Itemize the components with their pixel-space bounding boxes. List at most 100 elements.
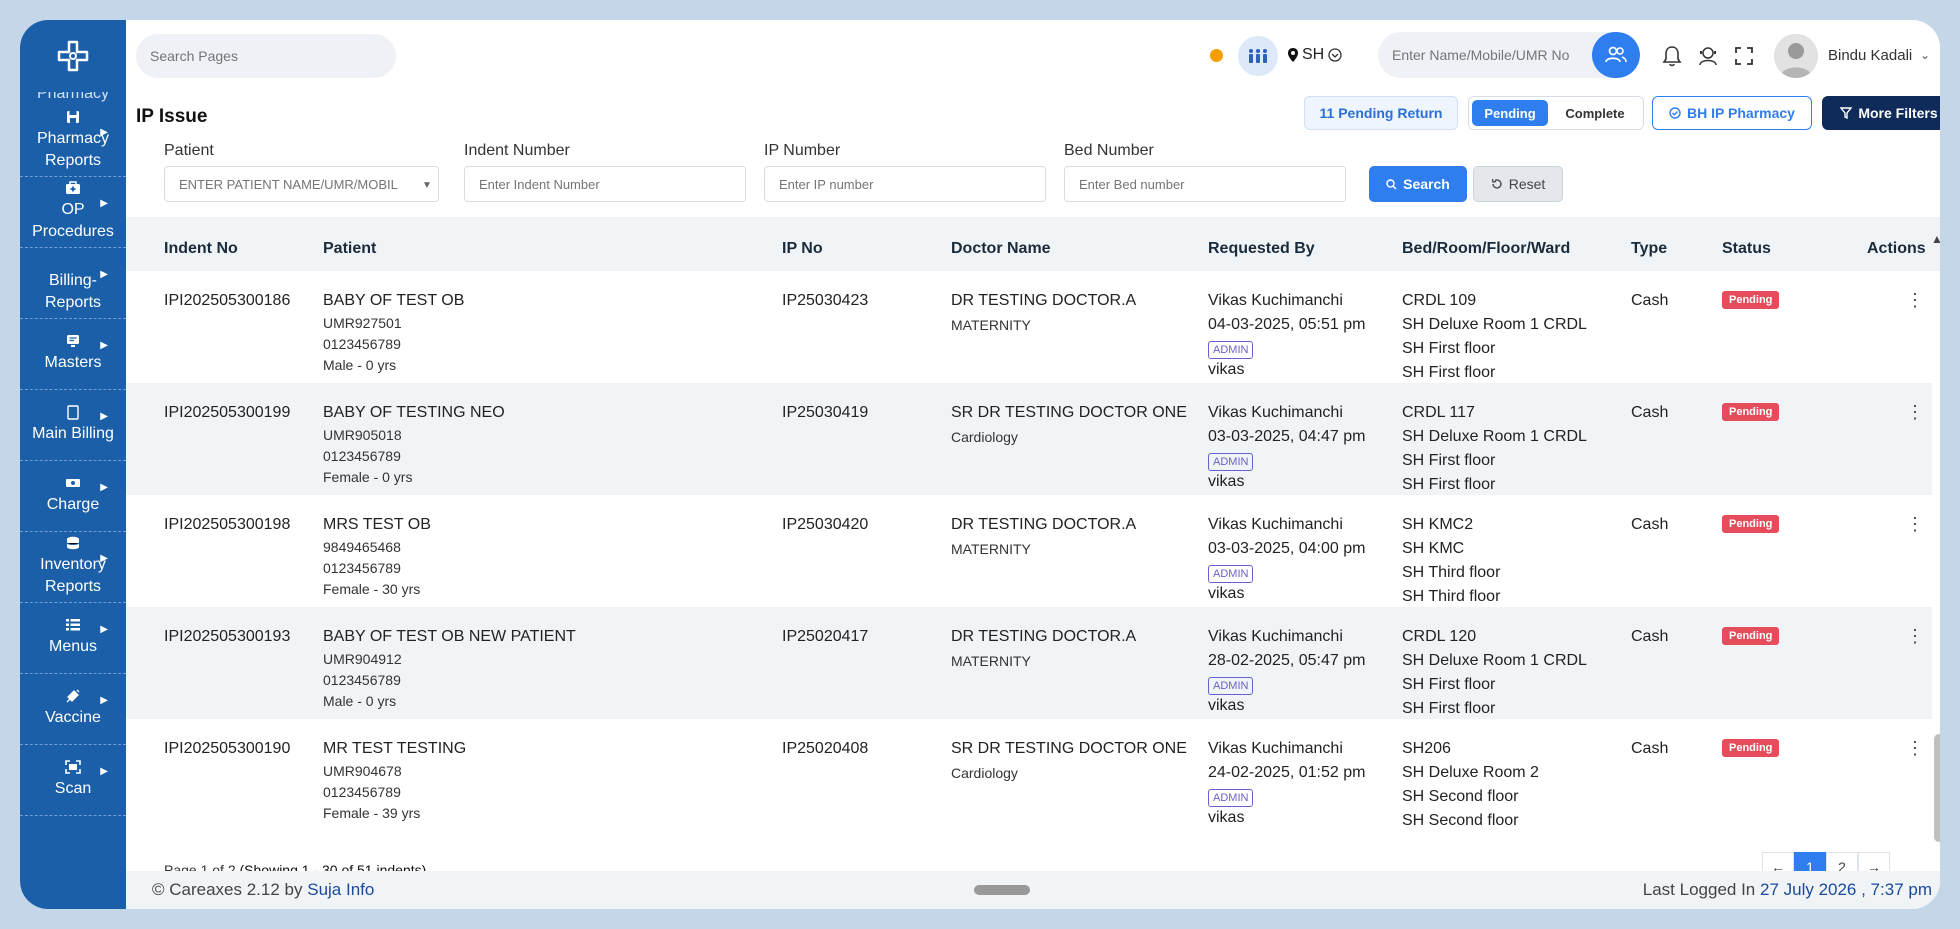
more-filters-label: More Filters [1858, 105, 1938, 121]
room: SH Deluxe Room 2 [1402, 764, 1539, 781]
pending-tab[interactable]: Pending [1472, 100, 1548, 126]
type: Cash [1631, 404, 1669, 421]
doctor-dept: Cardiology [951, 429, 1018, 445]
requester-user: vikas [1208, 697, 1245, 714]
ward: SH First floor [1402, 476, 1496, 493]
sidebar-item-billing-reports[interactable]: ▶ Billing-Reports [20, 248, 126, 319]
patient-phone: 0123456789 [323, 336, 401, 352]
sidebar-item-pharmacy-reports[interactable]: ▶ Pharmacy Reports [20, 106, 126, 177]
table-row[interactable]: IPI202505300190 MR TEST TESTING UMR904678 0… [126, 719, 1932, 831]
patient-gender-age: Female - 39 yrs [323, 805, 421, 821]
role-badge: ADMIN [1208, 453, 1254, 471]
doctor-cell: DR TESTING DOCTOR.A MATERNITY [951, 289, 1136, 337]
indent-no[interactable]: IPI202505300190 [164, 737, 290, 761]
role-badge: ADMIN [1208, 677, 1254, 695]
location-selector[interactable]: SH [1288, 46, 1342, 64]
table-row[interactable]: IPI202505300186 BABY OF TEST OB UMR927501 0… [126, 271, 1932, 383]
sidebar-item-masters[interactable]: ▶ Masters [20, 319, 126, 390]
col-requested-by[interactable]: Requested By [1208, 240, 1315, 258]
chevron-down-icon[interactable]: ⌄ [1920, 48, 1930, 62]
row-actions-icon[interactable]: ⋮ [1906, 291, 1924, 309]
sidebar-item-label: Scan [54, 780, 92, 797]
doctor-dept: MATERNITY [951, 317, 1031, 333]
bed-cell: SH KMC2 SH KMC SH Third floor SH Third floo… [1402, 513, 1500, 609]
drag-handle[interactable] [974, 885, 1030, 895]
patient-name: BABY OF TESTING NEO [323, 404, 505, 421]
chevron-right-icon: ▶ [100, 269, 108, 280]
patient-phone: 0123456789 [323, 560, 401, 576]
requested-by-cell: Vikas Kuchimanchi 04-03-2025, 05:51 pm ADM… [1208, 289, 1365, 379]
patient-gender-age: Female - 30 yrs [323, 581, 421, 597]
search-pages-input[interactable] [136, 34, 396, 78]
row-actions-icon[interactable]: ⋮ [1906, 515, 1924, 533]
col-actions: Actions [1867, 240, 1926, 257]
patient-umr: UMR905018 [323, 427, 402, 443]
sidebar-item-inventory-reports[interactable]: ▶ Inventory Reports [20, 532, 126, 603]
fullscreen-icon[interactable] [1732, 44, 1756, 68]
col-indent-no[interactable]: Indent No [164, 240, 238, 258]
sidebar-item-charge[interactable]: ▶ Charge [20, 461, 126, 532]
user-avatar[interactable] [1774, 34, 1818, 78]
pending-return-button[interactable]: 11 Pending Return [1304, 96, 1458, 130]
app-logo[interactable] [20, 20, 126, 92]
pharmacy-select-button[interactable]: BH IP Pharmacy [1652, 96, 1812, 130]
requested-by-cell: Vikas Kuchimanchi 28-02-2025, 05:47 pm ADM… [1208, 625, 1365, 715]
chevron-right-icon: ▶ [100, 695, 108, 706]
patient-gender-age: Female - 0 yrs [323, 469, 413, 485]
chevron-right-icon: ▶ [100, 482, 108, 493]
col-status[interactable]: Status [1722, 240, 1771, 258]
complete-tab[interactable]: Complete [1552, 100, 1638, 126]
indent-no[interactable]: IPI202505300193 [164, 625, 290, 649]
role-badge: ADMIN [1208, 565, 1254, 583]
col-ip-no[interactable]: IP No [782, 240, 823, 258]
indent-no[interactable]: IPI202505300186 [164, 289, 290, 313]
sidebar-item-scan[interactable]: ▶ Scan [20, 745, 126, 816]
people-button[interactable] [1238, 36, 1278, 76]
patient-search-input[interactable] [1378, 32, 1588, 78]
search-button[interactable]: Search [1369, 166, 1467, 202]
ip-number-input[interactable] [764, 166, 1046, 202]
row-actions-icon[interactable]: ⋮ [1906, 627, 1924, 645]
support-agent-icon[interactable] [1696, 44, 1720, 68]
col-patient[interactable]: Patient [323, 240, 376, 258]
doctor-cell: DR TESTING DOCTOR.A MATERNITY [951, 513, 1136, 561]
indent-number-input[interactable] [464, 166, 746, 202]
floor: SH First floor [1402, 340, 1496, 357]
username-label[interactable]: Bindu Kadali [1828, 47, 1912, 64]
chevron-right-icon: ▶ [100, 553, 108, 564]
ip-no: IP25030423 [782, 292, 869, 309]
sidebar-item-label: Vaccine [45, 709, 101, 726]
row-actions-icon[interactable]: ⋮ [1906, 403, 1924, 421]
search-button-label: Search [1403, 176, 1450, 192]
col-bed-room[interactable]: Bed/Room/Floor/Ward [1402, 240, 1570, 258]
row-actions-icon[interactable]: ⋮ [1906, 739, 1924, 757]
col-type[interactable]: Type [1631, 240, 1667, 258]
patient-gender-age: Male - 0 yrs [323, 693, 397, 709]
patient-select[interactable] [164, 166, 439, 202]
col-doctor-name[interactable]: Doctor Name [951, 240, 1051, 258]
sidebar-item-vaccine[interactable]: ▶ Vaccine [20, 674, 126, 745]
search-icon [1386, 178, 1397, 190]
sidebar-item-op-procedures[interactable]: ▶ OP Procedures [20, 177, 126, 248]
sidebar-item-main-billing[interactable]: ▶ Main Billing [20, 390, 126, 461]
room: SH Deluxe Room 1 CRDL [1402, 316, 1587, 333]
indent-no[interactable]: IPI202505300198 [164, 513, 290, 537]
more-filters-button[interactable]: More Filters [1822, 96, 1940, 130]
patient-search-button[interactable] [1592, 32, 1640, 78]
sidebar-item-pharmacy-partial[interactable]: Pharmacy [20, 92, 126, 106]
bell-icon[interactable] [1660, 44, 1684, 68]
sidebar-item-menus[interactable]: ▶ Menus [20, 603, 126, 674]
receipt-icon [65, 404, 81, 420]
table-row[interactable]: IPI202505300193 BABY OF TEST OB NEW PATIE… [126, 607, 1932, 719]
doctor-name: DR TESTING DOCTOR.A [951, 292, 1137, 309]
table-row[interactable]: IPI202505300199 BABY OF TESTING NEO UMR905… [126, 383, 1932, 495]
scroll-up-icon[interactable]: ▲ [1931, 232, 1940, 246]
vertical-scrollbar[interactable] [1934, 734, 1940, 842]
scan-icon [65, 760, 81, 774]
company-link[interactable]: Suja Info [307, 880, 374, 899]
indent-no[interactable]: IPI202505300199 [164, 401, 290, 425]
bed-number-input[interactable] [1064, 166, 1346, 202]
sidebar-item-label: Menus [48, 638, 98, 655]
reset-button[interactable]: Reset [1473, 166, 1563, 202]
table-row[interactable]: IPI202505300198 MRS TEST OB 9849465468 0123… [126, 495, 1932, 607]
